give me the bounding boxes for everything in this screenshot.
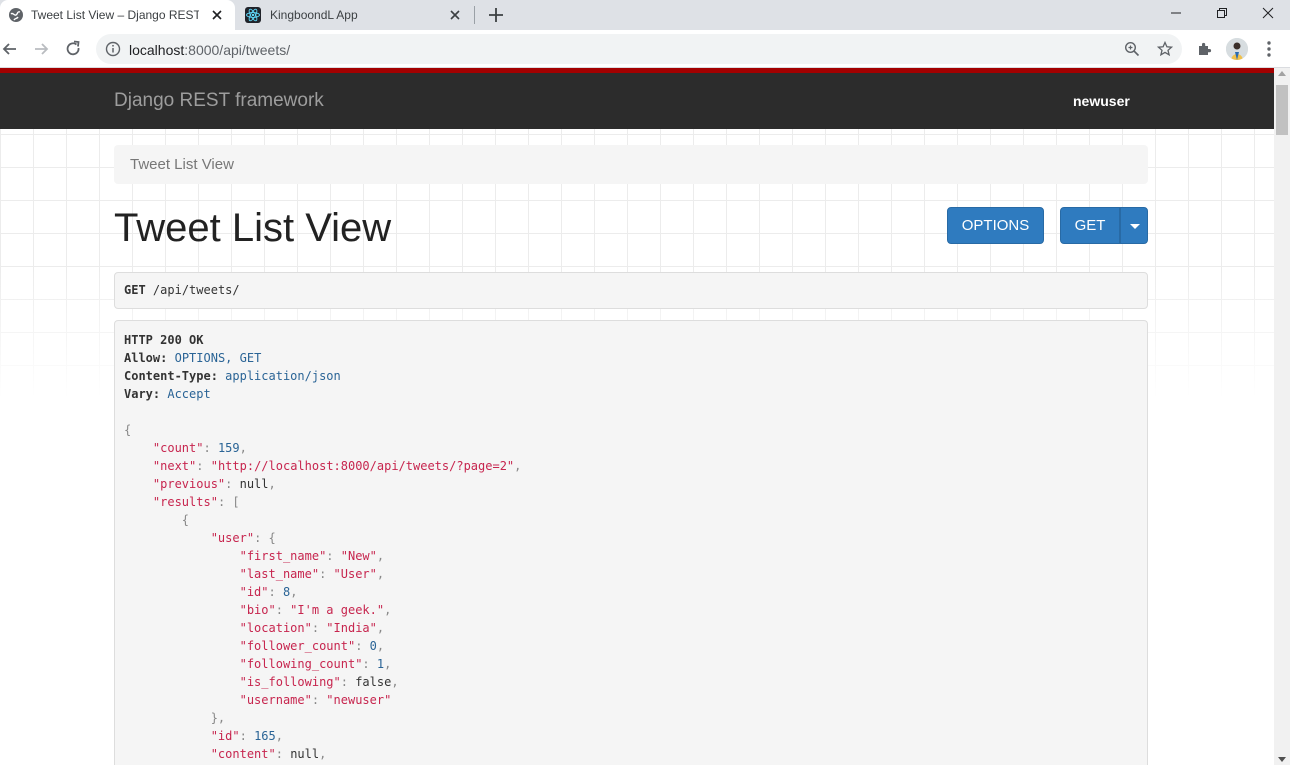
profile-avatar[interactable] <box>1226 38 1248 60</box>
json-line: "previous": null, <box>152 477 276 491</box>
json-brace: }, <box>124 711 226 725</box>
extensions-puzzle-icon[interactable] <box>1195 39 1215 59</box>
breadcrumb-item[interactable]: Tweet List View <box>130 156 234 173</box>
json-line: "count": 159, <box>152 441 247 455</box>
json-line: "location": "India", <box>239 621 385 635</box>
new-tab-icon[interactable] <box>486 5 506 25</box>
json-line: "id": 165, <box>210 729 283 743</box>
json-value: null <box>290 747 320 761</box>
profile-picture-icon <box>1226 38 1248 60</box>
back-arrow-icon[interactable] <box>0 39 20 59</box>
json-value: "User" <box>333 567 377 581</box>
header-name: Content-Type: <box>124 369 218 383</box>
restore-icon[interactable] <box>1210 3 1234 23</box>
request-info: GET /api/tweets/ <box>114 272 1148 309</box>
json-value: null <box>239 477 269 491</box>
json-line: "bio": "I'm a geek.", <box>239 603 392 617</box>
react-logo-icon <box>245 7 261 23</box>
reload-icon[interactable] <box>63 39 83 59</box>
minimize-icon[interactable] <box>1164 3 1188 23</box>
url-text: localhost:8000/api/tweets/ <box>129 42 290 58</box>
drf-navbar: Django REST framework newuser <box>0 73 1274 129</box>
get-format-dropdown[interactable] <box>1120 207 1148 244</box>
forward-arrow-icon[interactable] <box>31 39 51 59</box>
request-method: GET <box>124 283 146 297</box>
json-line: "content": null, <box>210 747 327 761</box>
json-value: "I'm a geek." <box>290 603 385 617</box>
tab-title: Tweet List View – Django REST fra <box>31 8 199 22</box>
page-scrollbar[interactable] <box>1274 68 1290 765</box>
json-brace: { <box>124 513 190 527</box>
header-value: OPTIONS, GET <box>174 351 262 365</box>
scroll-up-arrow-icon[interactable] <box>1278 71 1286 76</box>
json-value: 159 <box>217 441 240 455</box>
response-status: HTTP 200 OK <box>124 333 203 347</box>
json-brace: { <box>124 423 132 437</box>
json-value: 0 <box>369 639 377 653</box>
caret-down-icon <box>1130 224 1140 229</box>
scrollbar-thumb[interactable] <box>1276 85 1288 135</box>
json-value: "newuser" <box>326 693 392 707</box>
json-line: "follower_count": 0, <box>239 639 385 653</box>
close-tab-icon[interactable] <box>209 7 225 23</box>
page-title: Tweet List View <box>114 206 392 250</box>
request-line: GET /api/tweets/ <box>124 283 240 297</box>
response-header: Allow: OPTIONS, GET <box>124 351 261 365</box>
url-path: :8000/api/tweets/ <box>184 42 291 58</box>
info-icon[interactable] <box>105 41 121 57</box>
response-header: Content-Type: application/json <box>124 369 341 383</box>
user-menu[interactable]: newuser <box>1073 93 1130 110</box>
tab-title: KingboondL App <box>270 8 358 22</box>
browser-tab-drf[interactable]: Tweet List View – Django REST fra <box>0 0 235 30</box>
options-button[interactable]: OPTIONS <box>947 207 1044 244</box>
address-bar[interactable]: localhost:8000/api/tweets/ <box>96 34 1182 64</box>
page-viewport: Django REST framework newuser Tweet List… <box>0 68 1274 765</box>
header-name: Allow: <box>124 351 168 365</box>
header-value: Accept <box>167 387 211 401</box>
breadcrumb: Tweet List View <box>114 145 1148 184</box>
response-info: HTTP 200 OK Allow: OPTIONS, GET Content-… <box>114 320 1148 765</box>
json-value: 165 <box>254 729 276 743</box>
json-line: "following_count": 1, <box>239 657 392 671</box>
zoom-icon[interactable] <box>1124 41 1140 57</box>
globe-icon <box>9 8 23 22</box>
json-line: "user": { <box>210 531 276 545</box>
bookmark-star-icon[interactable] <box>1157 41 1173 57</box>
json-line: "next": "http://localhost:8000/api/tweet… <box>152 459 522 473</box>
json-line: "last_name": "User", <box>239 567 385 581</box>
json-line: "results": [ <box>152 495 240 509</box>
json-value: "India" <box>326 621 377 635</box>
json-value[interactable]: "http://localhost:8000/api/tweets/?page=… <box>211 459 514 473</box>
json-value: "New" <box>340 549 377 563</box>
get-button[interactable]: GET <box>1060 207 1120 244</box>
status-text: HTTP 200 OK <box>124 333 204 347</box>
brand-link[interactable]: Django REST framework <box>114 90 324 112</box>
url-host: localhost <box>129 42 185 58</box>
scroll-down-arrow-icon[interactable] <box>1278 757 1286 762</box>
header-value: application/json <box>225 369 341 383</box>
browser-tab-app[interactable]: KingboondL App <box>235 0 475 30</box>
request-path: /api/tweets/ <box>152 283 240 297</box>
header-name: Vary: <box>124 387 161 401</box>
tab-divider <box>474 6 475 24</box>
json-line: "username": "newuser" <box>239 693 392 707</box>
json-value: false <box>355 675 392 689</box>
close-tab-icon[interactable] <box>447 7 463 23</box>
json-line: "is_following": false, <box>239 675 399 689</box>
more-menu-icon[interactable] <box>1262 39 1276 59</box>
browser-toolbar: localhost:8000/api/tweets/ <box>0 30 1290 68</box>
json-line: "first_name": "New", <box>239 549 385 563</box>
close-window-icon[interactable] <box>1256 3 1280 23</box>
browser-tab-strip: Tweet List View – Django REST fra Kingbo… <box>0 0 1290 30</box>
response-header: Vary: Accept <box>124 387 211 401</box>
json-line: "id": 8, <box>239 585 298 599</box>
